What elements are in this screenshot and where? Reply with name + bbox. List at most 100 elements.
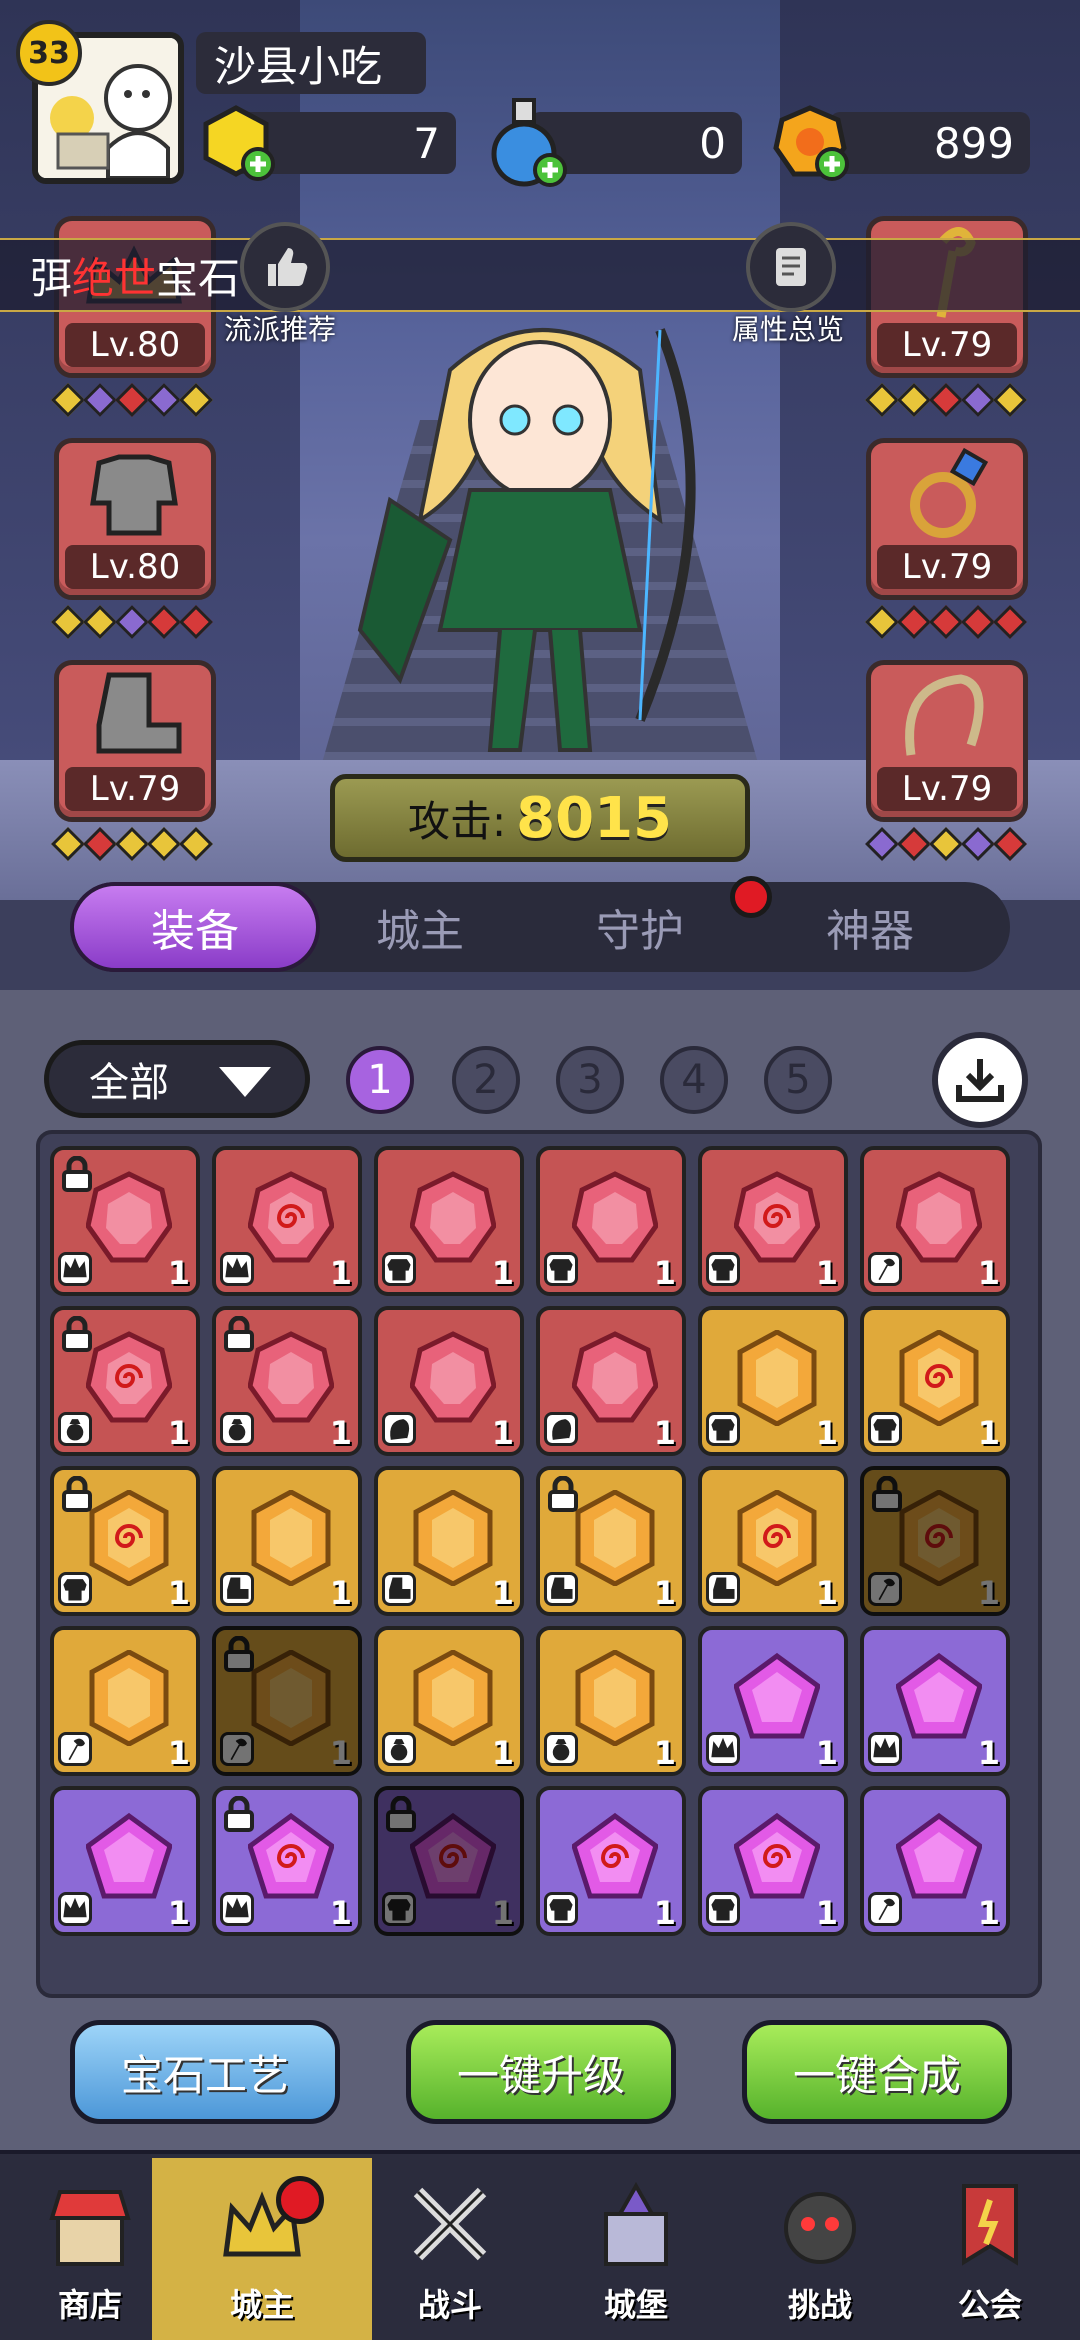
gem-socket (897, 605, 931, 639)
gem-slot[interactable]: 1 (212, 1466, 362, 1616)
one-click-upgrade-button[interactable]: 一键升级 (406, 2020, 676, 2124)
gem-socket (51, 827, 85, 861)
coin-add-icon[interactable] (770, 102, 850, 182)
gem-icon (899, 1330, 979, 1426)
shop-icon (49, 2190, 131, 2266)
tab-lord[interactable]: 城主 (320, 882, 520, 972)
equip-slot-whip[interactable]: Lv.79 (866, 660, 1028, 822)
announcement-banner: 弭绝世 宝石 (0, 238, 1080, 312)
attribute-overview-button[interactable] (746, 222, 836, 312)
gem-slot[interactable]: 1 (212, 1626, 362, 1776)
lord-notification-dot (276, 2176, 324, 2224)
gem-socket (115, 605, 149, 639)
page-button-5[interactable]: 5 (764, 1046, 832, 1114)
gem-icon (248, 1812, 334, 1899)
gem-slot[interactable]: 1 (698, 1786, 848, 1936)
gem-slot[interactable]: 1 (698, 1146, 848, 1296)
crown-icon (58, 1252, 92, 1286)
gem-slot[interactable]: 1 (50, 1306, 200, 1456)
gem-slot[interactable]: 1 (860, 1306, 1010, 1456)
page-button-3[interactable]: 3 (556, 1046, 624, 1114)
gem-socket (865, 827, 899, 861)
gem-slot[interactable]: 1 (860, 1626, 1010, 1776)
gem-socket (961, 827, 995, 861)
staff-icon (58, 1732, 92, 1766)
gem-socket (993, 383, 1027, 417)
gem-slot[interactable]: 1 (698, 1306, 848, 1456)
gem-slot[interactable]: 1 (536, 1466, 686, 1616)
gold-crystal-add-icon[interactable] (196, 102, 276, 182)
gem-slot[interactable]: 1 (374, 1466, 524, 1616)
gem-slot[interactable]: 1 (50, 1466, 200, 1616)
equip-level: Lv.79 (877, 323, 1017, 367)
equip-slot-boots[interactable]: Lv.79 (54, 660, 216, 822)
equip-level: Lv.80 (65, 545, 205, 589)
gem-slot[interactable]: 1 (212, 1146, 362, 1296)
ring-icon (220, 1412, 254, 1446)
gem-slot[interactable]: 1 (374, 1306, 524, 1456)
build-recommend-button[interactable] (240, 222, 330, 312)
boots-icon (96, 672, 182, 754)
gem-slot[interactable]: 1 (860, 1146, 1010, 1296)
nav-challenge[interactable]: 挑战 (730, 2158, 910, 2340)
gem-slot[interactable]: 1 (374, 1146, 524, 1296)
gem-slot[interactable]: 1 (374, 1786, 524, 1936)
gem-slot[interactable]: 1 (50, 1626, 200, 1776)
gem-slot[interactable]: 1 (50, 1786, 200, 1936)
gem-craft-button[interactable]: 宝石工艺 (70, 2020, 340, 2124)
tab-guardian[interactable]: 守护 (540, 882, 740, 972)
one-click-merge-button[interactable]: 一键合成 (742, 2020, 1012, 2124)
potion-add-icon[interactable] (480, 96, 570, 192)
gem-count: 1 (491, 1574, 514, 1612)
armor-icon (58, 1572, 92, 1606)
banner-prefix: 弭 (30, 253, 73, 303)
gem-slot[interactable]: 1 (50, 1146, 200, 1296)
gem-slot[interactable]: 1 (698, 1466, 848, 1616)
equip-slot-armor[interactable]: Lv.80 (54, 438, 216, 600)
build-recommend-label: 流派推荐 (224, 313, 337, 346)
store-gems-button[interactable] (932, 1032, 1028, 1128)
gem-count: 1 (167, 1414, 190, 1452)
gem-slot[interactable]: 1 (698, 1626, 848, 1776)
gem-icon (737, 1330, 817, 1426)
page-button-4[interactable]: 4 (660, 1046, 728, 1114)
gem-icon (899, 1490, 979, 1586)
page-button-1[interactable]: 1 (346, 1046, 414, 1114)
gem-socket (147, 827, 181, 861)
gem-slot[interactable]: 1 (536, 1786, 686, 1936)
gem-slot[interactable]: 1 (374, 1626, 524, 1776)
gem-icon (896, 1652, 982, 1739)
nav-castle[interactable]: 城堡 (546, 2158, 726, 2340)
equip-gem-sockets (865, 827, 1027, 861)
nav-battle[interactable]: 战斗 (360, 2158, 540, 2340)
crown-icon (868, 1732, 902, 1766)
nav-label: 公会 (957, 2286, 1022, 2324)
tab-artifact[interactable]: 神器 (770, 882, 970, 972)
equip-level: Lv.79 (877, 767, 1017, 811)
hero-elf-archer (357, 328, 696, 752)
equip-slot-ring[interactable]: Lv.79 (866, 438, 1028, 600)
gem-count: 1 (815, 1414, 838, 1452)
gem-icon (737, 1490, 817, 1586)
gem-icon (86, 1171, 172, 1263)
gem-slot[interactable]: 1 (536, 1146, 686, 1296)
nav-lord[interactable]: 城主 (152, 2158, 372, 2340)
armor-icon (706, 1252, 740, 1286)
gem-socket (929, 827, 963, 861)
gem-count: 1 (329, 1414, 352, 1452)
gem-count: 1 (815, 1734, 838, 1772)
equip-level: Lv.79 (65, 767, 205, 811)
filter-dropdown[interactable]: 全部 (44, 1040, 310, 1118)
gem-count: 1 (977, 1894, 1000, 1932)
gem-slot[interactable]: 1 (536, 1626, 686, 1776)
page-button-2[interactable]: 2 (452, 1046, 520, 1114)
nav-guild[interactable]: 公会 (900, 2158, 1080, 2340)
gem-slot[interactable]: 1 (212, 1786, 362, 1936)
guardian-notification-dot (730, 876, 772, 918)
gem-slot[interactable]: 1 (860, 1786, 1010, 1936)
gem-slot[interactable]: 1 (536, 1306, 686, 1456)
crown-icon (220, 1252, 254, 1286)
tab-equipment[interactable]: 装备 (70, 882, 320, 972)
gem-slot[interactable]: 1 (860, 1466, 1010, 1616)
gem-slot[interactable]: 1 (212, 1306, 362, 1456)
